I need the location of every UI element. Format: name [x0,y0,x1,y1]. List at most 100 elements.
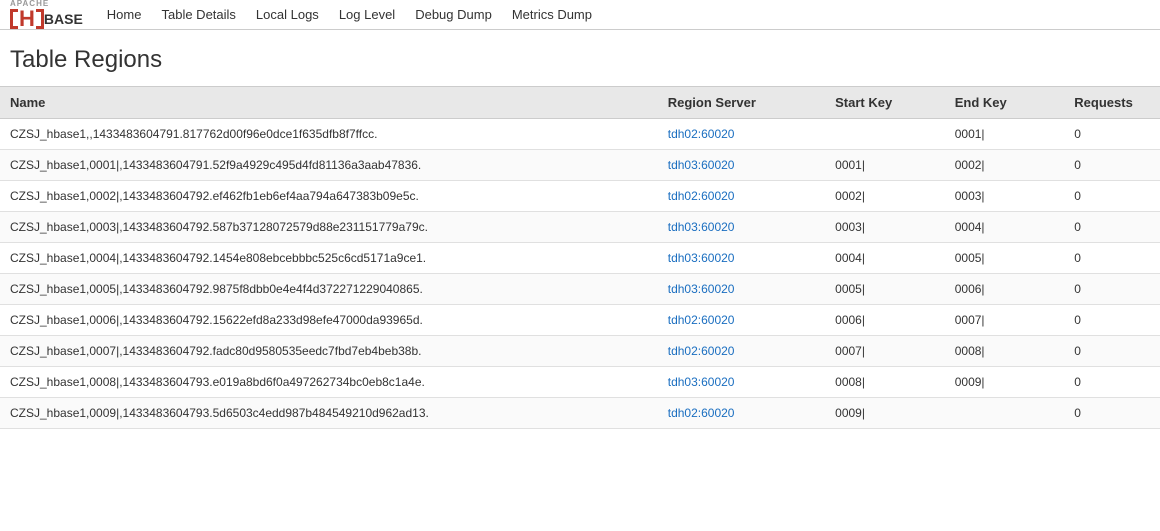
cell-startkey: 0008| [825,367,945,398]
cell-requests: 0 [1064,305,1160,336]
logo-bracket-left [10,9,18,29]
logo: APACHE H BASE [10,0,87,30]
cell-startkey: 0006| [825,305,945,336]
cell-endkey: 0006| [945,274,1065,305]
cell-server[interactable]: tdh02:60020 [658,181,825,212]
server-link[interactable]: tdh02:60020 [668,127,735,141]
server-link[interactable]: tdh02:60020 [668,344,735,358]
cell-name: CZSJ_hbase1,0002|,1433483604792.ef462fb1… [0,181,658,212]
nav-link-local-logs[interactable]: Local Logs [256,7,319,22]
nav-item: Debug Dump [415,7,492,22]
cell-startkey: 0005| [825,274,945,305]
table-row: CZSJ_hbase1,0009|,1433483604793.5d6503c4… [0,398,1160,429]
cell-server[interactable]: tdh02:60020 [658,398,825,429]
cell-requests: 0 [1064,119,1160,150]
col-header-startkey: Start Key [825,87,945,119]
server-link[interactable]: tdh02:60020 [668,189,735,203]
table-header: Name Region Server Start Key End Key Req… [0,87,1160,119]
cell-name: CZSJ_hbase1,,1433483604791.817762d00f96e… [0,119,658,150]
cell-server[interactable]: tdh03:60020 [658,243,825,274]
nav-link-metrics-dump[interactable]: Metrics Dump [512,7,592,22]
cell-endkey: 0002| [945,150,1065,181]
table-row: CZSJ_hbase1,0008|,1433483604793.e019a8bd… [0,367,1160,398]
server-link[interactable]: tdh02:60020 [668,313,735,327]
page-title: Table Regions [10,46,1150,74]
cell-endkey: 0003| [945,181,1065,212]
table-row: CZSJ_hbase1,0005|,1433483604792.9875f8db… [0,274,1160,305]
nav-link-home[interactable]: Home [107,7,142,22]
cell-startkey: 0003| [825,212,945,243]
server-link[interactable]: tdh03:60020 [668,251,735,265]
nav-item: Metrics Dump [512,7,592,22]
cell-endkey: 0007| [945,305,1065,336]
server-link[interactable]: tdh03:60020 [668,220,735,234]
navbar: APACHE H BASE Home Table Details Local Log… [0,0,1160,30]
cell-server[interactable]: tdh03:60020 [658,150,825,181]
cell-endkey: 0005| [945,243,1065,274]
server-link[interactable]: tdh03:60020 [668,158,735,172]
logo-h: H [19,8,35,30]
nav-link-debug-dump[interactable]: Debug Dump [415,7,492,22]
server-link[interactable]: tdh03:60020 [668,282,735,296]
cell-endkey: 0009| [945,367,1065,398]
cell-endkey: 0004| [945,212,1065,243]
hbase-logo: H BASE [10,8,83,30]
regions-table: Name Region Server Start Key End Key Req… [0,86,1160,429]
cell-name: CZSJ_hbase1,0007|,1433483604792.fadc80d9… [0,336,658,367]
nav-item: Log Level [339,7,395,22]
nav-item: Table Details [161,7,235,22]
nav-links: Home Table Details Local Logs Log Level Debu… [107,7,592,22]
cell-startkey: 0004| [825,243,945,274]
cell-requests: 0 [1064,150,1160,181]
cell-requests: 0 [1064,181,1160,212]
nav-link-table-details[interactable]: Table Details [161,7,235,22]
nav-item: Local Logs [256,7,319,22]
cell-startkey: 0009| [825,398,945,429]
table-row: CZSJ_hbase1,0006|,1433483604792.15622efd… [0,305,1160,336]
server-link[interactable]: tdh02:60020 [668,406,735,420]
table-row: CZSJ_hbase1,0003|,1433483604792.587b3712… [0,212,1160,243]
cell-startkey: 0007| [825,336,945,367]
cell-name: CZSJ_hbase1,0008|,1433483604793.e019a8bd… [0,367,658,398]
cell-name: CZSJ_hbase1,0003|,1433483604792.587b3712… [0,212,658,243]
col-header-server: Region Server [658,87,825,119]
cell-startkey [825,119,945,150]
table-row: CZSJ_hbase1,0004|,1433483604792.1454e808… [0,243,1160,274]
cell-requests: 0 [1064,367,1160,398]
cell-requests: 0 [1064,398,1160,429]
cell-name: CZSJ_hbase1,0009|,1433483604793.5d6503c4… [0,398,658,429]
table-row: CZSJ_hbase1,0001|,1433483604791.52f9a492… [0,150,1160,181]
header-row: Name Region Server Start Key End Key Req… [0,87,1160,119]
cell-requests: 0 [1064,212,1160,243]
table-row: CZSJ_hbase1,,1433483604791.817762d00f96e… [0,119,1160,150]
cell-server[interactable]: tdh02:60020 [658,336,825,367]
cell-server[interactable]: tdh03:60020 [658,367,825,398]
cell-startkey: 0002| [825,181,945,212]
cell-requests: 0 [1064,274,1160,305]
cell-server[interactable]: tdh02:60020 [658,305,825,336]
col-header-endkey: End Key [945,87,1065,119]
table-body: CZSJ_hbase1,,1433483604791.817762d00f96e… [0,119,1160,429]
cell-server[interactable]: tdh03:60020 [658,212,825,243]
cell-endkey [945,398,1065,429]
nav-item: Home [107,7,142,22]
table-row: CZSJ_hbase1,0002|,1433483604792.ef462fb1… [0,181,1160,212]
logo-bracket-right [36,9,44,29]
cell-name: CZSJ_hbase1,0001|,1433483604791.52f9a492… [0,150,658,181]
cell-startkey: 0001| [825,150,945,181]
col-header-name: Name [0,87,658,119]
cell-endkey: 0001| [945,119,1065,150]
cell-name: CZSJ_hbase1,0005|,1433483604792.9875f8db… [0,274,658,305]
cell-name: CZSJ_hbase1,0006|,1433483604792.15622efd… [0,305,658,336]
cell-requests: 0 [1064,243,1160,274]
cell-name: CZSJ_hbase1,0004|,1433483604792.1454e808… [0,243,658,274]
nav-link-log-level[interactable]: Log Level [339,7,395,22]
table-row: CZSJ_hbase1,0007|,1433483604792.fadc80d9… [0,336,1160,367]
server-link[interactable]: tdh03:60020 [668,375,735,389]
cell-server[interactable]: tdh03:60020 [658,274,825,305]
cell-requests: 0 [1064,336,1160,367]
logo-base-text: BASE [44,12,83,26]
cell-server[interactable]: tdh02:60020 [658,119,825,150]
col-header-requests: Requests [1064,87,1160,119]
cell-endkey: 0008| [945,336,1065,367]
